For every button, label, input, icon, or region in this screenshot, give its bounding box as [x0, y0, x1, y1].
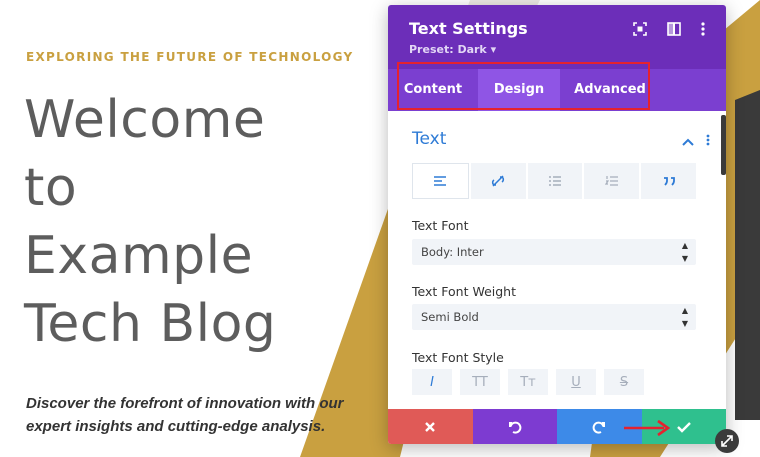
text-font-value: Body: Inter [421, 245, 484, 259]
text-font-weight-select[interactable]: Semi Bold ▲ ▼ [412, 304, 696, 330]
preset-selector[interactable]: Preset: Dark ▾ [409, 43, 496, 56]
group-more-icon[interactable] [706, 133, 710, 151]
select-arrows-icon: ▲ ▼ [681, 241, 688, 263]
italic-button[interactable]: I [412, 369, 452, 395]
tab-design[interactable]: Design [478, 69, 560, 111]
hero-title-line: Welcome [24, 90, 266, 150]
link-button[interactable] [470, 163, 526, 199]
select-arrows-icon: ▲ ▼ [681, 306, 688, 328]
unordered-list-button[interactable] [527, 163, 583, 199]
fullscreen-icon[interactable] [631, 20, 649, 38]
text-font-label: Text Font [412, 218, 469, 233]
settings-tabs: Content Design Advanced [388, 69, 726, 111]
close-icon [425, 421, 436, 432]
settings-body: Text Text Font Body: Inter ▲ ▼ Text Font… [388, 111, 726, 409]
unordered-list-icon [548, 176, 561, 186]
chevron-up-icon[interactable] [682, 133, 694, 151]
font-style-buttons: I TT Tт U S [412, 369, 644, 395]
quote-button[interactable] [641, 163, 696, 199]
hero-title-line: Tech Blog [24, 294, 277, 354]
more-options-icon[interactable] [694, 20, 712, 38]
hero-subtitle: Discover the forefront of innovation wit… [26, 392, 346, 438]
tab-content[interactable]: Content [388, 69, 478, 111]
align-left-button[interactable] [412, 163, 469, 199]
resize-handle[interactable] [715, 429, 739, 453]
text-font-weight-value: Semi Bold [421, 310, 479, 324]
scrollbar[interactable] [721, 115, 726, 175]
underline-button[interactable]: U [556, 369, 596, 395]
text-font-style-label: Text Font Style [412, 350, 504, 365]
hero-subtitle-line: expert insights and cutting-edge analysi… [26, 418, 326, 435]
uppercase-button[interactable]: TT [460, 369, 500, 395]
text-font-select[interactable]: Body: Inter ▲ ▼ [412, 239, 696, 265]
hero-title-line: Example [24, 226, 254, 286]
capitalize-button[interactable]: Tт [508, 369, 548, 395]
split-view-icon[interactable] [665, 20, 683, 38]
align-left-icon [434, 176, 447, 186]
ordered-list-icon [604, 176, 618, 186]
ordered-list-button[interactable] [584, 163, 640, 199]
undo-icon [508, 421, 522, 434]
red-arrow-annotation [624, 419, 671, 437]
modal-header: Text Settings Preset: Dark ▾ [388, 5, 726, 69]
discard-button[interactable] [388, 409, 473, 444]
hero-subtitle-line: Discover the forefront of innovation wit… [26, 395, 344, 412]
strikethrough-button[interactable]: S [604, 369, 644, 395]
hero-title: Welcome to Example Tech Blog [24, 86, 364, 358]
check-icon [676, 421, 691, 433]
modal-footer [388, 409, 726, 444]
quote-icon [663, 177, 675, 186]
text-font-weight-label: Text Font Weight [412, 284, 516, 299]
redo-icon [592, 421, 606, 434]
text-alignment-buttons [412, 163, 696, 199]
hero-title-line: to [24, 158, 78, 218]
text-settings-modal: Text Settings Preset: Dark ▾ Content Des… [388, 5, 726, 444]
undo-button[interactable] [472, 409, 557, 444]
modal-title: Text Settings [409, 19, 528, 38]
link-off-icon [492, 175, 505, 187]
hero-eyebrow: EXPLORING THE FUTURE OF TECHNOLOGY [26, 50, 354, 64]
group-title-text[interactable]: Text [412, 129, 446, 149]
resize-arrows-icon [721, 435, 733, 447]
tab-advanced[interactable]: Advanced [560, 69, 660, 111]
